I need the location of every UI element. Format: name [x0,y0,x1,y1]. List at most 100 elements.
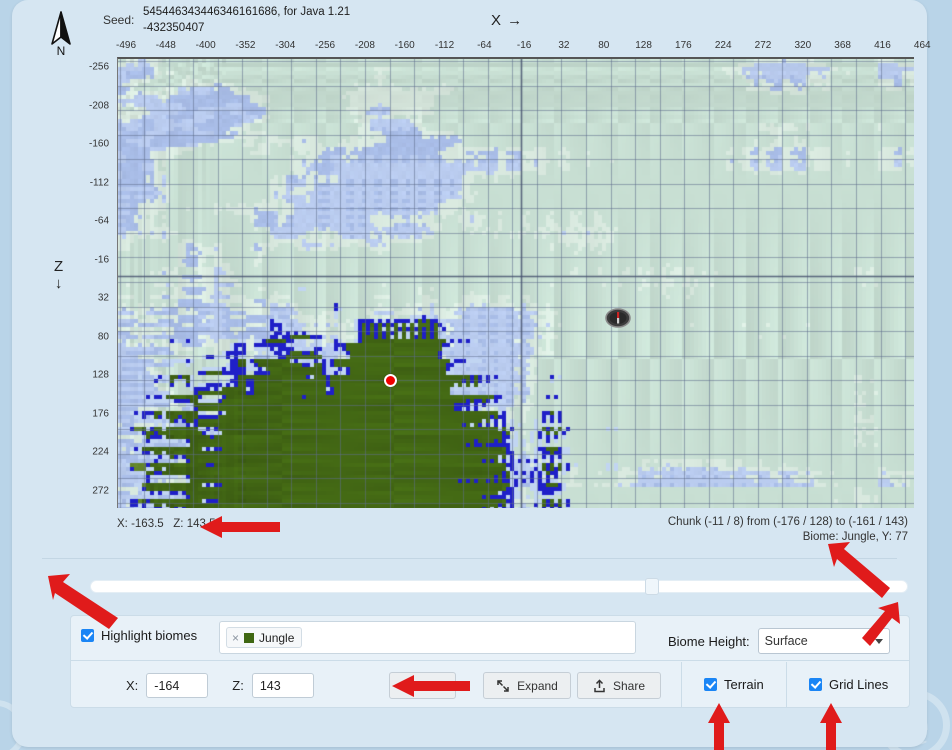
grid-lines-label: Grid Lines [829,677,888,692]
x-axis-tick: -496 [116,40,136,51]
expand-icon [496,679,510,693]
terrain-label: Terrain [724,677,764,692]
x-axis-tick: -400 [196,40,216,51]
z-axis-tick: -16 [95,254,109,265]
highlight-biomes-control[interactable]: Highlight biomes [81,628,197,643]
share-button[interactable]: Share [577,672,661,699]
map-canvas-container[interactable] [117,57,914,508]
chunk-info-line: Chunk (-11 / 8) from (-176 / 128) to (-1… [668,515,908,530]
panel-divider-1 [681,662,682,708]
z-axis-tick: 272 [92,485,109,496]
biome-map-canvas[interactable] [118,59,914,508]
x-axis-tick: 320 [794,40,811,51]
terrain-checkbox[interactable] [704,678,717,691]
expand-button-label: Expand [517,679,558,693]
z-axis-tick: 32 [98,293,109,304]
app-card: N Seed: 545446343446346161686, for Java … [12,0,927,747]
z-axis-tick: 176 [92,408,109,419]
biome-height-label: Biome Height: [668,634,750,649]
zoom-slider[interactable] [90,578,908,594]
controls-row-coords: X: -164 Z: 143 Go! [71,662,909,708]
x-axis-tick: -112 [435,40,454,51]
biome-tag-jungle[interactable]: × Jungle [226,627,302,648]
x-axis-tick: -16 [517,40,531,51]
page-root: e N Seed: 545446343446346161686, for Jav… [0,0,952,750]
highlight-biomes-label: Highlight biomes [101,628,197,643]
biome-height-select[interactable]: Surface [758,628,890,654]
controls-row-biomes: Highlight biomes × Jungle Biome Height: … [71,616,909,661]
spawn-point-marker[interactable] [605,308,631,328]
x-axis-tick: 80 [598,40,609,51]
grid-lines-control[interactable]: Grid Lines [809,677,888,692]
x-axis-tick: -448 [156,40,176,51]
section-divider [42,558,897,559]
share-upload-icon [593,679,606,693]
biome-tag-remove-icon[interactable]: × [232,632,239,644]
highlight-biomes-checkbox[interactable] [81,629,94,642]
compass-icon: N [39,8,83,58]
z-axis-tick: 80 [98,331,109,342]
seed-label: Seed: [103,13,134,27]
z-input-label: Z: [232,678,244,693]
chevron-down-icon [875,639,883,644]
x-axis-tick: 272 [755,40,772,51]
map-area: N Seed: 545446343446346161686, for Java … [21,0,922,560]
go-button-label: Go! [423,679,442,693]
x-axis-tick: -64 [477,40,491,51]
x-axis-ticks: -496 -448 -400 -352 -304 -256 -208 -160 -112 -64 -… [107,40,922,56]
cursor-z-value: 143.5 [187,518,216,530]
x-axis-tick: 416 [874,40,891,51]
z-axis-ticks: -256 -208 -160 -112 -64 -16 32 80 128 176 224 272 [65,56,109,508]
seed-value-secondary[interactable]: -432350407 [143,22,204,34]
zoom-slider-thumb[interactable] [645,578,659,595]
x-axis-tick: 32 [558,40,569,51]
x-axis-tick: 176 [675,40,692,51]
x-axis-tick: -304 [275,40,295,51]
z-axis-tick: 128 [92,370,109,381]
z-axis-letter: Z [54,258,63,275]
z-axis-tick: -256 [89,62,109,73]
controls-panel: Highlight biomes × Jungle Biome Height: … [70,615,910,708]
compass-go-icon [403,679,417,693]
cursor-x-label: X: [117,518,128,530]
z-axis-arrow: ↓ [54,275,63,292]
biome-height-control: Biome Height: Surface [668,628,890,654]
cursor-x-value: -163.5 [131,518,164,530]
seed-value[interactable]: 545446343446346161686, for Java 1.21 [143,6,350,18]
expand-button[interactable]: Expand [483,672,571,699]
zoom-slider-track[interactable] [90,580,908,593]
x-coordinate-input[interactable]: -164 [146,673,208,698]
biome-height-value: Surface [765,634,808,648]
x-axis-tick: -352 [235,40,255,51]
z-coordinate-input[interactable]: 143 [252,673,314,698]
z-axis-tick: -208 [89,100,109,111]
x-axis-direction-label: X → [491,12,523,29]
go-button[interactable]: Go! [389,672,456,699]
x-axis-tick: 128 [635,40,652,51]
z-axis-tick: -160 [89,139,109,150]
x-axis-tick: -208 [355,40,375,51]
x-axis-tick: 224 [715,40,732,51]
biome-selector-input[interactable]: × Jungle [219,621,636,654]
terrain-control[interactable]: Terrain [704,677,764,692]
z-axis-tick: -64 [95,216,109,227]
x-axis-tick: 464 [914,40,931,51]
panel-divider-2 [786,662,787,708]
biome-color-swatch-icon [244,633,254,643]
target-location-marker[interactable] [384,374,397,387]
z-axis-tick: -112 [90,177,109,188]
grid-lines-checkbox[interactable] [809,678,822,691]
x-axis-tick: -256 [315,40,335,51]
x-axis-tick: 368 [834,40,851,51]
coordinate-inputs: X: -164 Z: 143 [126,673,314,698]
chunk-biome-info: Chunk (-11 / 8) from (-176 / 128) to (-1… [668,515,908,545]
biome-tag-label: Jungle [259,631,294,645]
x-axis-tick: -160 [395,40,415,51]
z-axis-direction-label: Z ↓ [54,258,63,292]
cursor-z-label: Z: [173,518,183,530]
biome-info-line: Biome: Jungle, Y: 77 [668,530,908,545]
share-button-label: Share [613,679,645,693]
z-axis-tick: 224 [92,447,109,458]
cursor-coordinates: X: -163.5 Z: 143.5 [117,518,216,530]
x-input-label: X: [126,678,138,693]
